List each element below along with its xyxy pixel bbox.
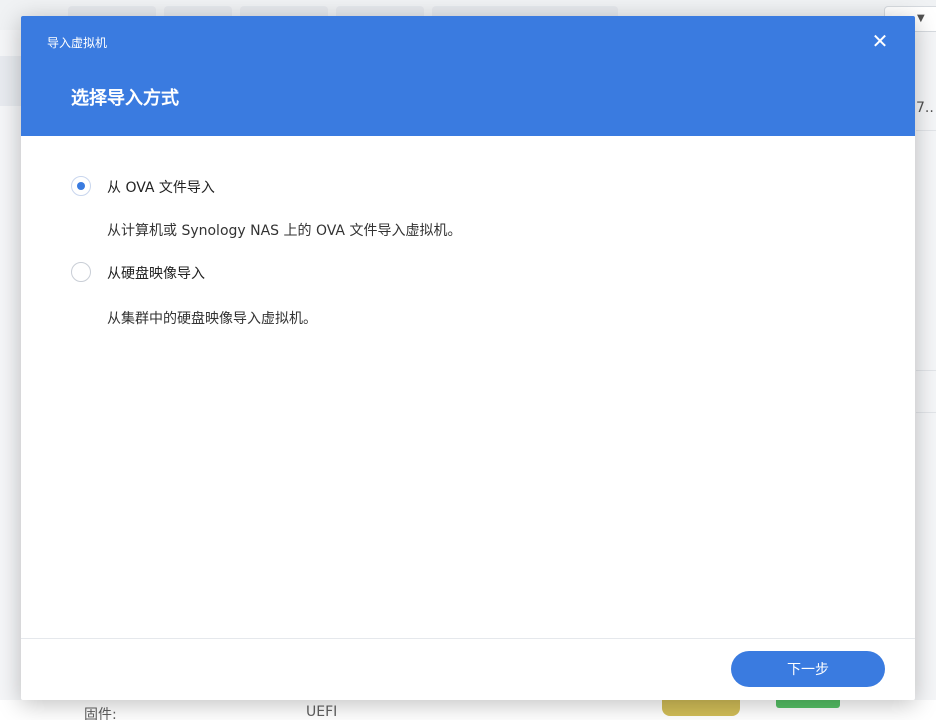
footer-divider [21,638,915,639]
radio-button-ova[interactable] [71,176,91,196]
radio-option-ova-description: 从计算机或 Synology NAS 上的 OVA 文件导入虚拟机。 [107,223,462,239]
step-title: 选择导入方式 [71,88,179,109]
dialog-title: 导入虚拟机 [47,36,108,50]
close-button[interactable]: ✕ [867,28,893,54]
radio-option-disk-image-label: 从硬盘映像导入 [107,266,205,282]
radio-option-ova-label: 从 OVA 文件导入 [107,180,215,196]
next-button[interactable]: 下一步 [731,651,885,687]
import-vm-dialog: 导入虚拟机 ✕ 选择导入方式 从 OVA 文件导入 从计算机或 Synology… [21,16,915,700]
dialog-header: 导入虚拟机 ✕ 选择导入方式 [21,16,915,136]
close-icon: ✕ [871,29,889,53]
radio-button-disk-image[interactable] [71,262,91,282]
radio-option-disk-image-description: 从集群中的硬盘映像导入虚拟机。 [107,311,317,327]
